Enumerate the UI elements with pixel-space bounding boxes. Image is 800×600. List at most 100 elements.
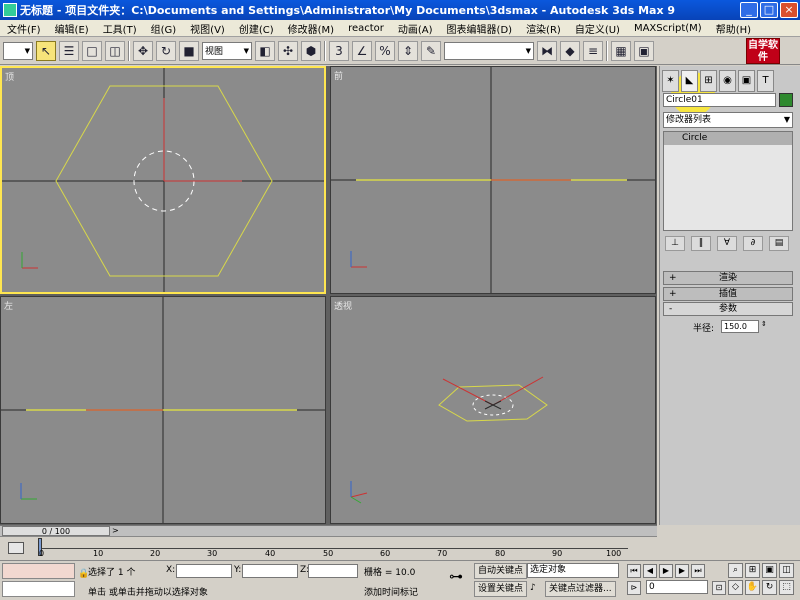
manipulate-icon[interactable]: ✣ [278, 40, 298, 61]
hierarchy-tab-icon[interactable]: ⊞ [700, 70, 717, 92]
menu-file[interactable]: 文件(F) [0, 21, 48, 36]
zoom-all-icon[interactable]: ⊞ [745, 563, 760, 578]
pin-stack-icon[interactable]: ⊥ [665, 236, 685, 251]
close-button[interactable]: × [780, 2, 798, 18]
viewport-label-perspective[interactable]: 透视 [334, 299, 352, 312]
named-selection-dropdown[interactable]: ▼ [444, 41, 534, 60]
restore-button[interactable]: □ [760, 2, 778, 18]
maxscript-listener-mini[interactable] [2, 563, 75, 579]
viewport-left[interactable]: 左 [0, 296, 326, 524]
key-mode-dropdown[interactable]: 选定对象 [527, 563, 619, 578]
move-icon[interactable]: ✥ [133, 40, 153, 61]
scale-icon[interactable]: ■ [179, 40, 199, 61]
menu-tools[interactable]: 工具(T) [96, 21, 144, 36]
menu-edit[interactable]: 编辑(E) [48, 21, 96, 36]
window-crossing-icon[interactable]: ◫ [105, 40, 125, 61]
menu-animation[interactable]: 动画(A) [391, 21, 440, 36]
spinner-snap-icon[interactable]: ⇕ [398, 40, 418, 61]
ref-coord-dropdown[interactable]: 视图 ▼ [202, 41, 252, 60]
menu-graph-editors[interactable]: 图表编辑器(D) [440, 21, 520, 36]
zoom-extents-all-icon[interactable]: ◫ [779, 563, 794, 578]
edit-named-selection-icon[interactable]: ✎ [421, 40, 441, 61]
curve-editor-icon[interactable]: ▦ [611, 40, 631, 61]
add-time-tag[interactable]: 添加时间标记 [364, 585, 418, 598]
prev-frame-icon[interactable]: ◀ [643, 564, 657, 578]
mirror-icon[interactable]: ⧓ [537, 40, 557, 61]
menu-rendering[interactable]: 渲染(R) [519, 21, 568, 36]
viewport-perspective[interactable]: 透视 [330, 296, 656, 524]
select-by-name-icon[interactable]: ☰ [59, 40, 79, 61]
track-bar[interactable]: 0 10 20 30 40 50 60 70 80 90 100 [0, 536, 657, 560]
snap-toggle-icon[interactable]: 3 [329, 40, 349, 61]
menu-group[interactable]: 组(G) [144, 21, 184, 36]
arc-rotate-icon[interactable]: ↻ [762, 580, 777, 595]
keyboard-shortcut-icon[interactable]: ⬢ [301, 40, 321, 61]
configure-sets-icon[interactable]: ▤ [769, 236, 789, 251]
schematic-view-icon[interactable]: ▣ [634, 40, 654, 61]
radius-input[interactable]: 150.0 [721, 320, 759, 333]
remove-modifier-icon[interactable]: ∂ [743, 236, 763, 251]
play-icon[interactable]: ▶ [659, 564, 673, 578]
zoom-icon[interactable]: ⌕ [728, 563, 743, 578]
y-coordinate-field[interactable] [242, 564, 298, 578]
menu-customize[interactable]: 自定义(U) [568, 21, 627, 36]
spinner-icon[interactable]: ⇕ [761, 320, 767, 328]
rollout-parameters[interactable]: - 参数 [663, 302, 793, 316]
maxscript-listener-input[interactable] [2, 581, 75, 597]
goto-start-icon[interactable]: ⏮ [627, 564, 641, 578]
utilities-tab-icon[interactable]: T [757, 70, 774, 92]
pan-icon[interactable]: ✋ [745, 580, 760, 595]
minimize-button[interactable]: _ [740, 2, 758, 18]
rect-selection-icon[interactable]: □ [82, 40, 102, 61]
angle-snap-icon[interactable]: ∠ [352, 40, 372, 61]
current-frame-field[interactable]: 0 [646, 580, 708, 594]
rotate-icon[interactable]: ↻ [156, 40, 176, 61]
pivot-center-icon[interactable]: ◧ [255, 40, 275, 61]
motion-tab-icon[interactable]: ◉ [719, 70, 736, 92]
percent-snap-icon[interactable]: % [375, 40, 395, 61]
align-icon[interactable]: ◆ [560, 40, 580, 61]
maximize-viewport-icon[interactable]: ⬚ [779, 580, 794, 595]
set-key-icon[interactable]: ⊶ [444, 569, 468, 589]
viewport-label-left[interactable]: 左 [4, 299, 13, 312]
viewport-label-front[interactable]: 前 [334, 69, 343, 82]
x-coordinate-field[interactable] [176, 564, 232, 578]
open-mini-curve-editor-icon[interactable] [8, 542, 24, 554]
stack-item-circle[interactable]: Circle [664, 132, 792, 145]
timeline-ruler[interactable] [38, 539, 628, 549]
zoom-extents-icon[interactable]: ▣ [762, 563, 777, 578]
time-slider-thumb[interactable]: 0 / 100 [2, 526, 110, 536]
key-filters-icon[interactable]: ♪ [530, 583, 536, 593]
create-tab-icon[interactable]: ✶ [662, 70, 679, 92]
rollout-interpolation[interactable]: + 插值 [663, 287, 793, 301]
field-of-view-icon[interactable]: ◇ [728, 580, 743, 595]
modifier-list-dropdown[interactable]: 修改器列表 ▼ [663, 112, 793, 128]
select-object-icon[interactable]: ↖ [36, 40, 56, 61]
layer-manager-icon[interactable]: ≡ [583, 40, 603, 61]
set-key-button[interactable]: 设置关键点 [474, 581, 528, 597]
goto-end-icon[interactable]: ⏭ [691, 564, 705, 578]
rollout-rendering[interactable]: + 渲染 [663, 271, 793, 285]
object-name-field[interactable]: Circle01 [663, 93, 776, 107]
viewport-front[interactable]: 前 [330, 66, 656, 294]
display-tab-icon[interactable]: ▣ [738, 70, 755, 92]
menu-maxscript[interactable]: MAXScript(M) [627, 23, 709, 34]
time-slider[interactable]: 0 / 100 > [0, 525, 657, 536]
auto-key-button[interactable]: 自动关键点 [474, 563, 528, 579]
viewport-top[interactable]: 顶 [0, 66, 326, 294]
next-frame-arrow[interactable]: > [112, 526, 119, 535]
menu-create[interactable]: 创建(C) [232, 21, 281, 36]
time-config-icon[interactable]: ⊡ [712, 581, 726, 595]
key-filters-button[interactable]: 关键点过滤器... [545, 581, 616, 597]
next-frame-icon[interactable]: ▶ [675, 564, 689, 578]
key-mode-toggle-icon[interactable]: ⊳ [627, 581, 641, 595]
menu-help[interactable]: 帮助(H) [709, 21, 758, 36]
menu-views[interactable]: 视图(V) [183, 21, 232, 36]
make-unique-icon[interactable]: ∀ [717, 236, 737, 251]
menu-reactor[interactable]: reactor [341, 23, 391, 34]
menu-modifiers[interactable]: 修改器(M) [281, 21, 341, 36]
selection-set-dropdown[interactable]: ▼ [3, 41, 33, 60]
modify-tab-icon[interactable]: ◣ [681, 70, 698, 92]
show-end-result-icon[interactable]: ‖ [691, 236, 711, 251]
viewport-label-top[interactable]: 顶 [5, 70, 14, 83]
